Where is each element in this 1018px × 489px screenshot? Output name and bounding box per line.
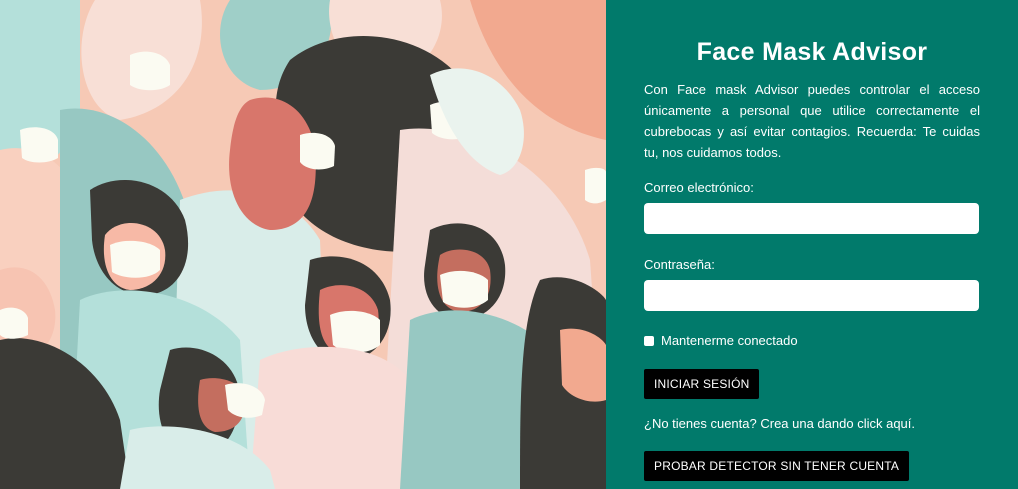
password-field[interactable] — [644, 280, 979, 311]
app-description: Con Face mask Advisor puedes controlar e… — [644, 82, 980, 160]
remember-me-label: Mantenerme conectado — [661, 333, 798, 348]
masked-people-illustration — [0, 0, 606, 489]
email-field[interactable] — [644, 203, 979, 234]
app-title: Face Mask Advisor — [696, 38, 928, 66]
email-label: Correo electrónico: — [644, 180, 754, 195]
login-button[interactable]: INICIAR SESIÓN — [644, 369, 760, 399]
signup-link[interactable]: ¿No tienes cuenta? Crea una dando click … — [644, 416, 980, 431]
illustration-svg — [0, 0, 606, 489]
remember-me-checkbox[interactable] — [644, 335, 654, 346]
password-label: Contraseña: — [644, 257, 715, 272]
remember-me-row: Mantenerme conectado — [644, 333, 980, 348]
try-detector-button[interactable]: PROBAR DETECTOR SIN TENER CUENTA — [644, 451, 910, 481]
login-panel: Face Mask Advisor Con Face mask Advisor … — [606, 0, 1018, 489]
